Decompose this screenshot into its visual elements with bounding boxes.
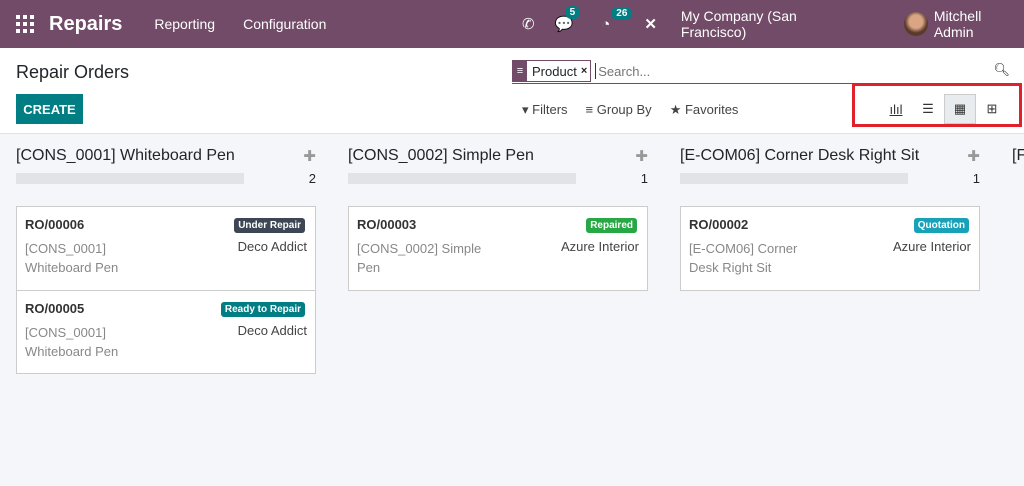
menu-configuration[interactable]: Configuration [243, 16, 326, 32]
activities-icon[interactable]: ◔ 26 [601, 6, 633, 33]
user-menu[interactable]: Mitchell Admin [903, 8, 1024, 40]
column-progress-bar [16, 173, 244, 184]
kanban-column: [F [1012, 134, 1024, 165]
card-customer: Deco Addict [237, 323, 307, 338]
kanban-card[interactable]: RO/00002 Quotation [E-COM06] Corner Desk… [681, 207, 979, 290]
card-list: RO/00006 Under Repair [CONS_0001] Whiteb… [16, 206, 316, 374]
search-facet: ≡ Product × [512, 60, 592, 82]
graph-view-button[interactable]: ılıl [880, 94, 912, 124]
messages-badge: 5 [564, 6, 581, 19]
kanban-card[interactable]: RO/00006 Under Repair [CONS_0001] Whiteb… [17, 207, 315, 290]
page-title: Repair Orders [16, 62, 130, 82]
list-icon: ≡ [585, 102, 594, 117]
search-bar: ≡ Product × 🔍︎ [512, 59, 1012, 84]
apps-menu-icon[interactable] [16, 15, 34, 33]
tools-icon[interactable]: ✕ [644, 15, 657, 33]
create-button[interactable]: CREATE [16, 94, 83, 124]
status-badge: Ready to Repair [220, 302, 305, 317]
add-card-icon[interactable]: ✚ [303, 147, 316, 165]
kanban-card[interactable]: RO/00005 Ready to Repair [CONS_0001] Whi… [17, 290, 315, 373]
pivot-view-button[interactable]: ⊞ [976, 94, 1008, 124]
activities-badge: 26 [611, 6, 633, 20]
column-title[interactable]: [F [1012, 147, 1024, 165]
column-progress-bar [680, 173, 908, 184]
search-icon[interactable]: 🔍︎ [993, 62, 1010, 78]
filters-button[interactable]: ▾ Filters [522, 102, 568, 118]
kanban-column: [CONS_0002] Simple Pen ✚ 1 RO/00003 Repair… [348, 134, 648, 291]
navbar: Repairs Reporting Configuration ✆ 💬 5 ◔ 26… [0, 0, 1024, 48]
filters-label: Filters [532, 102, 568, 117]
list-icon: ☰ [922, 101, 934, 116]
column-count: 1 [640, 171, 648, 186]
card-product: [CONS_0001] Whiteboard Pen [25, 325, 119, 359]
group-by-label: Group By [596, 102, 652, 117]
favorites-button[interactable]: ★ Favorites [670, 102, 739, 118]
column-progress-bar [348, 173, 576, 184]
avatar [903, 12, 928, 36]
card-customer: Deco Addict [237, 239, 307, 254]
bar-chart-icon: ılıl [889, 101, 903, 117]
group-by-icon: ≡ [513, 61, 527, 81]
card-list: RO/00003 Repaired [CONS_0002] Simple Pen… [348, 206, 648, 291]
add-card-icon[interactable]: ✚ [967, 147, 980, 165]
list-view-button[interactable]: ☰ [912, 94, 944, 124]
card-product: [E-COM06] Corner Desk Right Sit [689, 241, 798, 275]
status-badge: Under Repair [234, 218, 305, 233]
menu-reporting[interactable]: Reporting [154, 16, 215, 32]
table-icon: ⊞ [986, 101, 998, 116]
user-name: Mitchell Admin [933, 8, 982, 40]
facet-label: Product [532, 63, 577, 79]
card-list: RO/00002 Quotation [E-COM06] Corner Desk… [680, 206, 980, 291]
company-switcher[interactable]: My Company (San Francisco) [681, 8, 866, 40]
kanban-card[interactable]: RO/00003 Repaired [CONS_0002] Simple Pen… [349, 207, 647, 290]
kanban-column: [CONS_0001] Whiteboard Pen ✚ 2 RO/00006 Un… [16, 134, 316, 374]
column-title[interactable]: [CONS_0001] Whiteboard Pen [16, 147, 235, 165]
column-count: 1 [972, 171, 980, 186]
app-name[interactable]: Repairs [49, 13, 122, 36]
filter-icon: ▾ [522, 102, 529, 117]
group-by-button[interactable]: ≡ Group By [586, 102, 652, 118]
card-customer: Azure Interior [560, 239, 639, 254]
grid-icon: ▦ [953, 101, 967, 116]
status-badge: Quotation [913, 218, 969, 233]
kanban-column: [E-COM06] Corner Desk Right Sit ✚ 1 RO/000… [680, 134, 980, 291]
status-badge: Repaired [586, 218, 637, 233]
phone-icon[interactable]: ✆ [522, 15, 535, 33]
remove-facet-icon[interactable]: × [581, 65, 590, 77]
card-product: [CONS_0002] Simple Pen [357, 241, 482, 275]
column-title[interactable]: [E-COM06] Corner Desk Right Sit [680, 147, 919, 165]
column-count: 2 [308, 171, 316, 186]
kanban-view-button[interactable]: ▦ [944, 94, 976, 124]
star-icon: ★ [669, 102, 682, 117]
column-title[interactable]: [CONS_0002] Simple Pen [348, 147, 534, 165]
card-product: [CONS_0001] Whiteboard Pen [25, 241, 119, 275]
card-customer: Azure Interior [892, 239, 971, 254]
search-input[interactable] [595, 63, 1012, 79]
messages-icon[interactable]: 💬 5 [555, 6, 581, 33]
view-switcher: ılıl ☰ ▦ ⊞ [880, 94, 1008, 124]
add-card-icon[interactable]: ✚ [635, 147, 648, 165]
favorites-label: Favorites [684, 102, 739, 117]
